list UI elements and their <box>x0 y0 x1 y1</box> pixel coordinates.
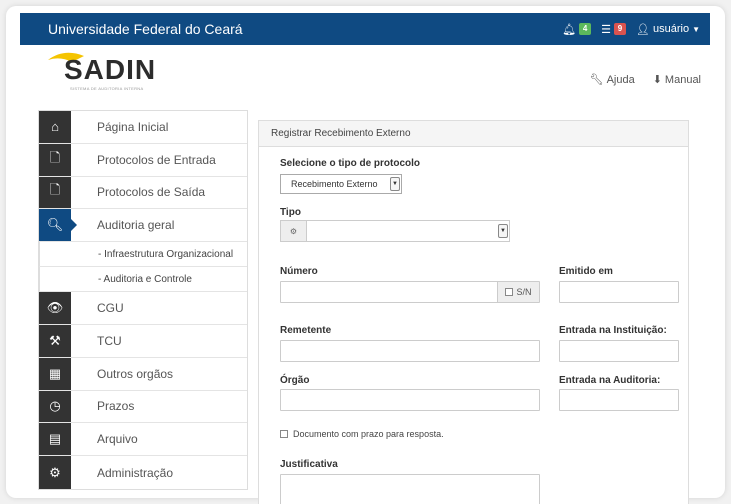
justificativa-label: Justificativa <box>280 459 338 470</box>
remetente-label: Remetente <box>280 325 332 336</box>
checkbox-icon <box>280 430 288 438</box>
messages-badge: 9 <box>614 23 627 35</box>
caret-down-icon: ▼ <box>692 24 700 34</box>
logo-text: SADIN <box>64 54 157 85</box>
panel-title: Registrar Recebimento Externo <box>259 121 688 147</box>
entrada-instituicao-label: Entrada na Instituição: <box>559 325 667 336</box>
sn-checkbox[interactable]: S/N <box>497 282 539 302</box>
orgao-input[interactable] <box>280 389 540 411</box>
sidebar-item-auditoria-geral[interactable]: 🔍︎ Auditoria geral <box>39 209 247 243</box>
tipo-select[interactable]: ⚙︎ ▼ <box>280 220 510 242</box>
manual-link[interactable]: ⬇ Manual <box>652 73 701 87</box>
notifications-button[interactable]: 🔔︎ 4 <box>562 23 592 36</box>
file-out-icon: 🗋︎ <box>39 176 71 209</box>
bell-icon: 🔔︎ <box>562 23 577 36</box>
orgao-label: Órgão <box>280 375 310 386</box>
tipo-protocolo-label: Selecione o tipo de protocolo <box>280 158 421 169</box>
gavel-icon: ⚒︎ <box>39 324 71 357</box>
sidebar-item-protocolos-entrada[interactable]: 🗋︎ Protocolos de Entrada <box>39 143 247 177</box>
numero-input[interactable]: S/N <box>280 281 540 303</box>
sidebar-subitem-auditoria-controle[interactable]: - Auditoria e Controle <box>39 267 247 293</box>
archive-icon: ▤ <box>39 423 71 456</box>
sidebar-item-administracao[interactable]: ⚙︎ Administração <box>39 456 247 489</box>
emitido-label: Emitido em <box>559 266 613 277</box>
user-menu[interactable]: 👤︎ usuário ▼ <box>636 23 700 36</box>
form-panel: Registrar Recebimento Externo Selecione … <box>258 120 689 504</box>
notifications-badge: 4 <box>579 23 592 35</box>
wrench-icon: 🔧︎ <box>589 74 604 86</box>
top-navbar: Universidade Federal do Ceará 🔔︎ 4 ☰ 9 👤… <box>20 13 710 45</box>
remetente-input[interactable] <box>280 340 540 362</box>
sidebar-item-arquivo[interactable]: ▤ Arquivo <box>39 423 247 457</box>
sidebar-item-cgu[interactable]: 👁︎ CGU <box>39 292 247 325</box>
sidebar-item-prazos[interactable]: ◷ Prazos <box>39 390 247 424</box>
tipo-label: Tipo <box>280 207 301 218</box>
sidebar-item-protocolos-saida[interactable]: 🗋︎ Protocolos de Saída <box>39 176 247 210</box>
home-icon: ⌂ <box>39 111 71 143</box>
download-icon: ⬇ <box>652 74 662 86</box>
eye-icon: 👁︎ <box>39 292 71 324</box>
sidebar-item-outros-orgaos[interactable]: ▦ Outros orgãos <box>39 357 247 391</box>
sidebar-item-tcu[interactable]: ⚒︎ TCU <box>39 324 247 358</box>
sidebar-subitem-infraestrutura[interactable]: - Infraestrutura Organizacional <box>39 242 247 268</box>
tipo-protocolo-select[interactable]: Recebimento Externo ▼ <box>280 174 402 194</box>
file-in-icon: 🗋︎ <box>39 143 71 176</box>
help-link[interactable]: 🔧︎ Ajuda <box>589 73 635 87</box>
sidebar: ⌂ Página Inicial 🗋︎ Protocolos de Entrad… <box>38 110 248 490</box>
entrada-auditoria-input[interactable] <box>559 389 679 411</box>
checkbox-icon <box>505 288 514 296</box>
tipo-addon-icon: ⚙︎ <box>281 221 307 241</box>
user-icon: 👤︎ <box>636 23 650 36</box>
chevron-down-icon: ▼ <box>390 177 400 191</box>
gear-icon: ⚙︎ <box>39 456 71 489</box>
numero-label: Número <box>280 266 318 277</box>
entrada-auditoria-label: Entrada na Auditoria: <box>559 375 661 386</box>
emitido-input[interactable] <box>559 281 679 303</box>
doc-prazo-checkbox[interactable]: Documento com prazo para resposta. <box>280 429 444 439</box>
chevron-down-icon: ▼ <box>498 224 508 238</box>
messages-button[interactable]: ☰ 9 <box>601 23 627 36</box>
logo-subtitle: SISTEMA DE AUDITORIA INTERNA <box>70 86 144 91</box>
justificativa-textarea[interactable] <box>280 474 540 504</box>
help-links: 🔧︎ Ajuda ⬇ Manual <box>589 73 701 87</box>
search-icon: 🔍︎ <box>39 209 77 242</box>
building-icon: ▦ <box>39 357 71 390</box>
institution-name: Universidade Federal do Ceará <box>48 21 243 37</box>
sadin-logo: SADIN SISTEMA DE AUDITORIA INTERNA <box>46 50 186 91</box>
sidebar-item-home[interactable]: ⌂ Página Inicial <box>39 111 247 144</box>
clock-icon: ◷ <box>39 390 71 423</box>
entrada-instituicao-input[interactable] <box>559 340 679 362</box>
user-label: usuário <box>653 23 690 35</box>
list-icon: ☰ <box>601 23 612 36</box>
